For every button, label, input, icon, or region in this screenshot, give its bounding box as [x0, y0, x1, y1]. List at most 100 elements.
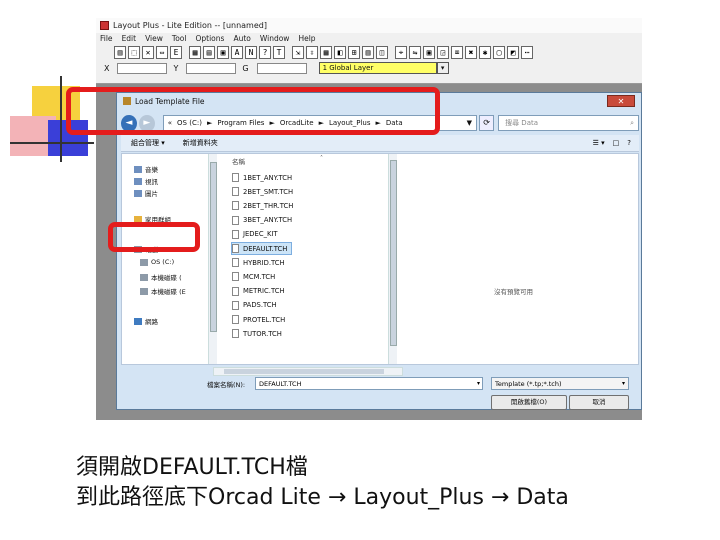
- toolbar-button[interactable]: ⇲: [292, 46, 304, 59]
- file-scroll-thumb[interactable]: [390, 160, 397, 346]
- file-row[interactable]: 1BET_ANY.TCH: [232, 171, 292, 184]
- network-icon: [134, 317, 142, 325]
- toolbar-button[interactable]: ⌖: [395, 46, 407, 59]
- name-column-header[interactable]: 名稱: [232, 156, 245, 166]
- chevron-down-icon[interactable]: ▾: [477, 378, 480, 390]
- layer-dropdown[interactable]: ▾: [436, 62, 449, 74]
- file-row[interactable]: HYBRID.TCH: [232, 256, 285, 269]
- nav-item[interactable]: 圖片: [134, 188, 158, 198]
- file-row[interactable]: PROTEL.TCH: [232, 313, 285, 326]
- file-row[interactable]: JEDEC_KIT: [232, 228, 278, 241]
- horizontal-scroll-thumb[interactable]: [224, 369, 384, 374]
- toolbar-button[interactable]: ⊞: [348, 46, 360, 59]
- refresh-button[interactable]: ⟳: [479, 115, 495, 131]
- toolbar-button[interactable]: ⬚: [128, 46, 140, 59]
- toolbar-button[interactable]: T: [273, 46, 285, 59]
- toolbar-button[interactable]: ◩: [507, 46, 519, 59]
- view-button[interactable]: ☰ ▾: [593, 139, 605, 147]
- toolbar-button[interactable]: ?: [259, 46, 271, 59]
- file-row[interactable]: 2BET_THR.TCH: [232, 199, 293, 212]
- toolbar-button[interactable]: ◧: [334, 46, 346, 59]
- toolbar-button[interactable]: ✱: [479, 46, 491, 59]
- toolbar-button[interactable]: ▥: [114, 46, 126, 59]
- menu-auto[interactable]: Auto: [233, 34, 250, 43]
- toolbar-button[interactable]: ▦: [320, 46, 332, 59]
- nav-scroll-thumb[interactable]: [210, 162, 217, 332]
- toolbar-button[interactable]: ✖: [465, 46, 477, 59]
- file-name: TUTOR.TCH: [243, 329, 282, 338]
- toolbar-button[interactable]: ⇋: [409, 46, 421, 59]
- new-folder-button[interactable]: 新增資料夾: [183, 138, 218, 148]
- x-label: X: [104, 63, 110, 73]
- file-row[interactable]: MCM.TCH: [232, 270, 275, 283]
- nav-item[interactable]: 音樂: [134, 164, 158, 174]
- toolbar-button[interactable]: ✕: [142, 46, 154, 59]
- toolbar-button[interactable]: ◲: [437, 46, 449, 59]
- file-name: 2BET_THR.TCH: [243, 201, 294, 210]
- toolbar-button[interactable]: E: [170, 46, 182, 59]
- nav-item-label: 本機磁碟 (E: [151, 288, 186, 296]
- toolbar-button[interactable]: ▢: [493, 46, 505, 59]
- toolbar-button[interactable]: ⌧: [451, 46, 463, 59]
- open-button[interactable]: 開啟舊檔(O): [491, 395, 567, 410]
- nav-item[interactable]: 本機磁碟 (E: [140, 286, 186, 296]
- toolbar-button[interactable]: ▣: [423, 46, 435, 59]
- cancel-button[interactable]: 取消: [569, 395, 629, 410]
- file-highlight: [108, 222, 200, 252]
- toolbar-button[interactable]: ⋯: [521, 46, 533, 59]
- nav-item[interactable]: OS (C:): [140, 258, 174, 266]
- organize-button[interactable]: 組合管理 ▾: [131, 138, 165, 148]
- preview-pane-button[interactable]: □: [613, 139, 620, 147]
- toolbar: ▥ ⬚ ✕ ⇔ E ▦ ▤ ▣ A N? T ⇲ ⇳ ▦ ◧ ⊞ ▥ ◫ ⌖ ⇋ ▣ ◲ ⌧ ✖ ✱ ▢ ◩ ⋯: [96, 44, 642, 61]
- menu-file[interactable]: File: [100, 34, 113, 43]
- nav-item[interactable]: 本機磁碟 (: [140, 272, 182, 282]
- file-row[interactable]: PADS.TCH: [232, 299, 277, 312]
- drive-icon: [140, 258, 148, 266]
- menu-window[interactable]: Window: [260, 34, 290, 43]
- g-label: G: [242, 63, 249, 73]
- nav-scrollbar[interactable]: [208, 154, 217, 364]
- file-name: METRIC.TCH: [243, 287, 285, 296]
- nav-item[interactable]: 網路: [134, 316, 158, 326]
- chevron-down-icon: ▾: [621, 380, 625, 387]
- file-name: PROTEL.TCH: [243, 315, 286, 324]
- layer-field[interactable]: 1 Global Layer: [318, 62, 437, 74]
- toolbar-button[interactable]: ▥: [362, 46, 374, 59]
- toolbar-button[interactable]: ⇔: [156, 46, 168, 59]
- address-dropdown-icon[interactable]: ▼: [467, 119, 472, 127]
- file-scrollbar[interactable]: [388, 154, 397, 364]
- help-button[interactable]: ?: [627, 139, 631, 147]
- nav-item[interactable]: 視訊: [134, 176, 158, 186]
- menu-view[interactable]: View: [145, 34, 163, 43]
- file-icon: [232, 187, 239, 197]
- toolbar-button[interactable]: A: [231, 46, 243, 59]
- menu-options[interactable]: Options: [195, 34, 224, 43]
- toolbar-button[interactable]: ▦: [189, 46, 201, 59]
- file-row[interactable]: TUTOR.TCH: [232, 327, 282, 340]
- y-field[interactable]: [186, 62, 237, 74]
- file-icon: [232, 286, 239, 296]
- filename-input[interactable]: DEFAULT.TCH ▾: [255, 377, 483, 390]
- search-input[interactable]: 搜尋 Data ⌕: [498, 115, 639, 131]
- file-row[interactable]: 3BET_ANY.TCH: [232, 214, 292, 227]
- file-row[interactable]: 2BET_SMT.TCH: [232, 185, 293, 198]
- filetype-select[interactable]: Template (*.tp;*.tch) ▾: [491, 377, 629, 390]
- g-field[interactable]: [256, 62, 307, 74]
- toolbar-button[interactable]: ▣: [217, 46, 229, 59]
- toolbar-button[interactable]: ⇳: [306, 46, 318, 59]
- caption-line-2: 到此路徑底下Orcad Lite → Layout_Plus → Data: [76, 485, 569, 510]
- x-field[interactable]: [117, 62, 168, 74]
- nav-item-label: 音樂: [145, 166, 158, 174]
- close-button[interactable]: ✕: [607, 95, 635, 107]
- toolbar-button[interactable]: ▤: [203, 46, 215, 59]
- command-bar: 組合管理 ▾ 新增資料夾 ☰ ▾ □ ?: [121, 135, 639, 152]
- library-icon: [134, 165, 142, 173]
- file-row[interactable]: DEFAULT.TCH: [231, 242, 293, 255]
- menu-tool[interactable]: Tool: [172, 34, 187, 43]
- toolbar-button[interactable]: ◫: [376, 46, 388, 59]
- toolbar-button[interactable]: N: [245, 46, 257, 59]
- menu-edit[interactable]: Edit: [122, 34, 137, 43]
- file-row[interactable]: METRIC.TCH: [232, 285, 285, 298]
- menu-help[interactable]: Help: [298, 34, 315, 43]
- file-name: 1BET_ANY.TCH: [243, 173, 293, 182]
